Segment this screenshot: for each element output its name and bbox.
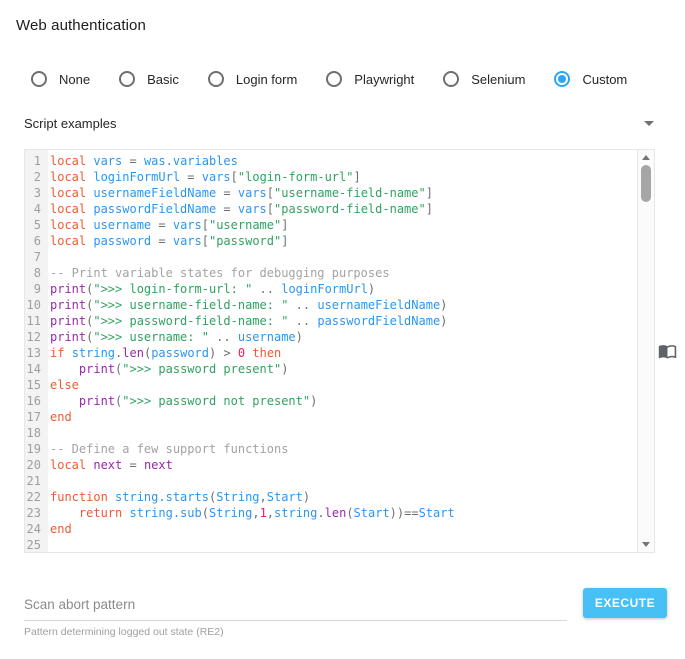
line-number: 12	[25, 329, 45, 345]
line-number: 7	[25, 249, 45, 265]
code-line: 21	[25, 473, 637, 489]
code-lines: 1local vars = was.variables2local loginF…	[25, 150, 637, 552]
editor-scrollbar[interactable]	[637, 150, 654, 552]
code-line: 4local passwordFieldName = vars["passwor…	[25, 201, 637, 217]
code-line: 13if string.len(password) > 0 then	[25, 345, 637, 361]
line-number: 4	[25, 201, 45, 217]
scan-abort-pattern-input[interactable]	[24, 597, 567, 621]
code-line: 9print(">>> login-form-url: " .. loginFo…	[25, 281, 637, 297]
radio-button-icon	[554, 71, 570, 87]
line-number: 3	[25, 185, 45, 201]
line-number: 25	[25, 537, 45, 552]
radio-option-custom[interactable]: Custom	[554, 71, 627, 87]
code-line: 19-- Define a few support functions	[25, 441, 637, 457]
line-number: 9	[25, 281, 45, 297]
code-line: 14 print(">>> password present")	[25, 361, 637, 377]
line-number: 1	[25, 153, 45, 169]
script-examples-dropdown[interactable]: Script examples	[24, 116, 654, 131]
line-number: 5	[25, 217, 45, 233]
line-number: 10	[25, 297, 45, 313]
code-line: 2local loginFormUrl = vars["login-form-u…	[25, 169, 637, 185]
code-line: 22function string.starts(String,Start)	[25, 489, 637, 505]
code-line: 1local vars = was.variables	[25, 153, 637, 169]
line-number: 11	[25, 313, 45, 329]
code-line: 18	[25, 425, 637, 441]
code-line: 6local password = vars["password"]	[25, 233, 637, 249]
radio-label: Playwright	[354, 72, 414, 87]
radio-label: Basic	[147, 72, 179, 87]
code-line: 7	[25, 249, 637, 265]
code-line: 25	[25, 537, 637, 552]
scroll-down-icon[interactable]	[642, 542, 650, 547]
code-line: 11print(">>> password-field-name: " .. p…	[25, 313, 637, 329]
line-number: 8	[25, 265, 45, 281]
code-line: 23 return string.sub(String,1,string.len…	[25, 505, 637, 521]
radio-label: Custom	[582, 72, 627, 87]
code-editor-wrap: 1local vars = was.variables2local loginF…	[24, 149, 655, 553]
radio-button-icon	[443, 71, 459, 87]
line-number: 15	[25, 377, 45, 393]
code-line: 24end	[25, 521, 637, 537]
line-number: 2	[25, 169, 45, 185]
line-number: 23	[25, 505, 45, 521]
chevron-down-icon	[644, 121, 654, 126]
scrollbar-thumb[interactable]	[641, 165, 651, 202]
radio-option-basic[interactable]: Basic	[119, 71, 179, 87]
radio-button-icon	[119, 71, 135, 87]
scan-abort-helper-text: Pattern determining logged out state (RE…	[24, 626, 567, 638]
scan-abort-field: Pattern determining logged out state (RE…	[24, 588, 567, 638]
open-book-icon[interactable]	[658, 342, 677, 361]
execute-button[interactable]: EXECUTE	[583, 588, 667, 618]
line-number: 19	[25, 441, 45, 457]
code-line: 20local next = next	[25, 457, 637, 473]
line-number: 24	[25, 521, 45, 537]
script-examples-label: Script examples	[24, 116, 116, 131]
code-line: 3local usernameFieldName = vars["usernam…	[25, 185, 637, 201]
line-number: 22	[25, 489, 45, 505]
code-editor[interactable]: 1local vars = was.variables2local loginF…	[24, 149, 655, 553]
code-line: 16 print(">>> password not present")	[25, 393, 637, 409]
code-line: 12print(">>> username: " .. username)	[25, 329, 637, 345]
line-number: 18	[25, 425, 45, 441]
scroll-up-icon[interactable]	[642, 155, 650, 160]
radio-option-playwright[interactable]: Playwright	[326, 71, 414, 87]
code-line: 5local username = vars["username"]	[25, 217, 637, 233]
line-number: 20	[25, 457, 45, 473]
radio-label: Login form	[236, 72, 297, 87]
code-line: 10print(">>> username-field-name: " .. u…	[25, 297, 637, 313]
line-number: 21	[25, 473, 45, 489]
radio-label: Selenium	[471, 72, 525, 87]
radio-button-icon	[208, 71, 224, 87]
page-title: Web authentication	[0, 0, 685, 34]
radio-label: None	[59, 72, 90, 87]
radio-option-none[interactable]: None	[31, 71, 90, 87]
radio-button-icon	[31, 71, 47, 87]
footer: Pattern determining logged out state (RE…	[24, 588, 667, 638]
line-number: 14	[25, 361, 45, 377]
radio-button-icon	[326, 71, 342, 87]
code-line: 17end	[25, 409, 637, 425]
radio-option-selenium[interactable]: Selenium	[443, 71, 525, 87]
line-number: 6	[25, 233, 45, 249]
radio-option-login-form[interactable]: Login form	[208, 71, 297, 87]
web-authentication-panel: Web authentication None Basic Login form Pl…	[0, 0, 685, 659]
line-number: 16	[25, 393, 45, 409]
auth-type-radio-group: None Basic Login form Playwright Selenium Cus…	[31, 71, 685, 87]
line-number: 13	[25, 345, 45, 361]
code-line: 8-- Print variable states for debugging …	[25, 265, 637, 281]
line-number: 17	[25, 409, 45, 425]
code-line: 15else	[25, 377, 637, 393]
